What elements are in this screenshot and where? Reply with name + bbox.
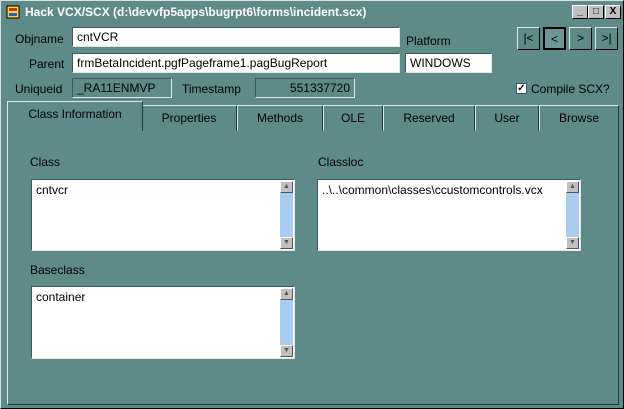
baseclass-scrollbar[interactable]: ▲ ▼: [280, 288, 293, 357]
scroll-down-icon[interactable]: ▼: [566, 237, 579, 249]
next-record-button[interactable]: >: [569, 27, 592, 50]
scroll-down-icon[interactable]: ▼: [280, 237, 293, 249]
title-bar[interactable]: Hack VCX/SCX (d:\devvfp5apps\bugrpt6\for…: [3, 3, 621, 21]
classloc-label: Classloc: [318, 155, 364, 169]
scroll-up-icon[interactable]: ▲: [280, 288, 293, 300]
tab-class-information[interactable]: Class Information: [7, 101, 143, 131]
previous-record-button[interactable]: <: [543, 27, 566, 50]
window-title: Hack VCX/SCX (d:\devvfp5apps\bugrpt6\for…: [25, 5, 367, 19]
uniqueid-label: Uniqueid: [15, 82, 63, 96]
tab-reserved[interactable]: Reserved: [383, 105, 475, 131]
compile-scx-label: Compile SCX?: [531, 82, 610, 96]
timestamp-field: 551337720: [255, 78, 355, 98]
app-icon: [6, 5, 20, 19]
tab-ole[interactable]: OLE: [323, 105, 383, 131]
timestamp-label: Timestamp: [182, 82, 241, 96]
parent-field[interactable]: frmBetaIncident.pgfPageframe1.pagBugRepo…: [72, 53, 400, 73]
first-record-button[interactable]: |<: [517, 27, 540, 50]
class-label: Class: [30, 155, 61, 169]
scroll-down-icon[interactable]: ▼: [280, 345, 293, 357]
parent-label: Parent: [29, 57, 65, 71]
tab-user[interactable]: User: [475, 105, 539, 131]
scroll-up-icon[interactable]: ▲: [566, 181, 579, 193]
baseclass-textarea[interactable]: container ▲ ▼: [31, 286, 295, 359]
baseclass-label: Baseclass: [30, 263, 85, 277]
class-scrollbar[interactable]: ▲ ▼: [280, 181, 293, 249]
class-textarea[interactable]: cntvcr ▲ ▼: [31, 179, 295, 251]
scroll-up-icon[interactable]: ▲: [280, 181, 293, 193]
objname-field[interactable]: cntVCR: [72, 27, 400, 47]
classloc-scrollbar[interactable]: ▲ ▼: [566, 181, 579, 249]
app-window: Hack VCX/SCX (d:\devvfp5apps\bugrpt6\for…: [0, 0, 624, 409]
objname-label: Objname: [15, 32, 64, 46]
tab-browse[interactable]: Browse: [539, 105, 619, 131]
platform-label: Platform: [406, 34, 451, 48]
tab-methods[interactable]: Methods: [237, 105, 323, 131]
compile-scx-checkbox[interactable]: ✓: [516, 83, 527, 94]
maximize-button[interactable]: □: [588, 5, 604, 19]
baseclass-value: container: [36, 290, 86, 304]
class-value: cntvcr: [36, 183, 69, 197]
platform-field[interactable]: WINDOWS: [405, 53, 492, 73]
classloc-value: ..\..\common\classes\ccustomcontrols.vcx: [322, 183, 543, 197]
uniqueid-field: _RA11ENMVP: [72, 78, 172, 98]
close-button[interactable]: X: [605, 5, 621, 19]
tab-panel: Class cntvcr ▲ ▼ Classloc ..\..\common\c…: [7, 130, 619, 405]
classloc-textarea[interactable]: ..\..\common\classes\ccustomcontrols.vcx…: [317, 179, 581, 251]
last-record-button[interactable]: >|: [595, 27, 618, 50]
minimize-button[interactable]: _: [572, 5, 588, 19]
tab-properties[interactable]: Properties: [141, 105, 237, 131]
